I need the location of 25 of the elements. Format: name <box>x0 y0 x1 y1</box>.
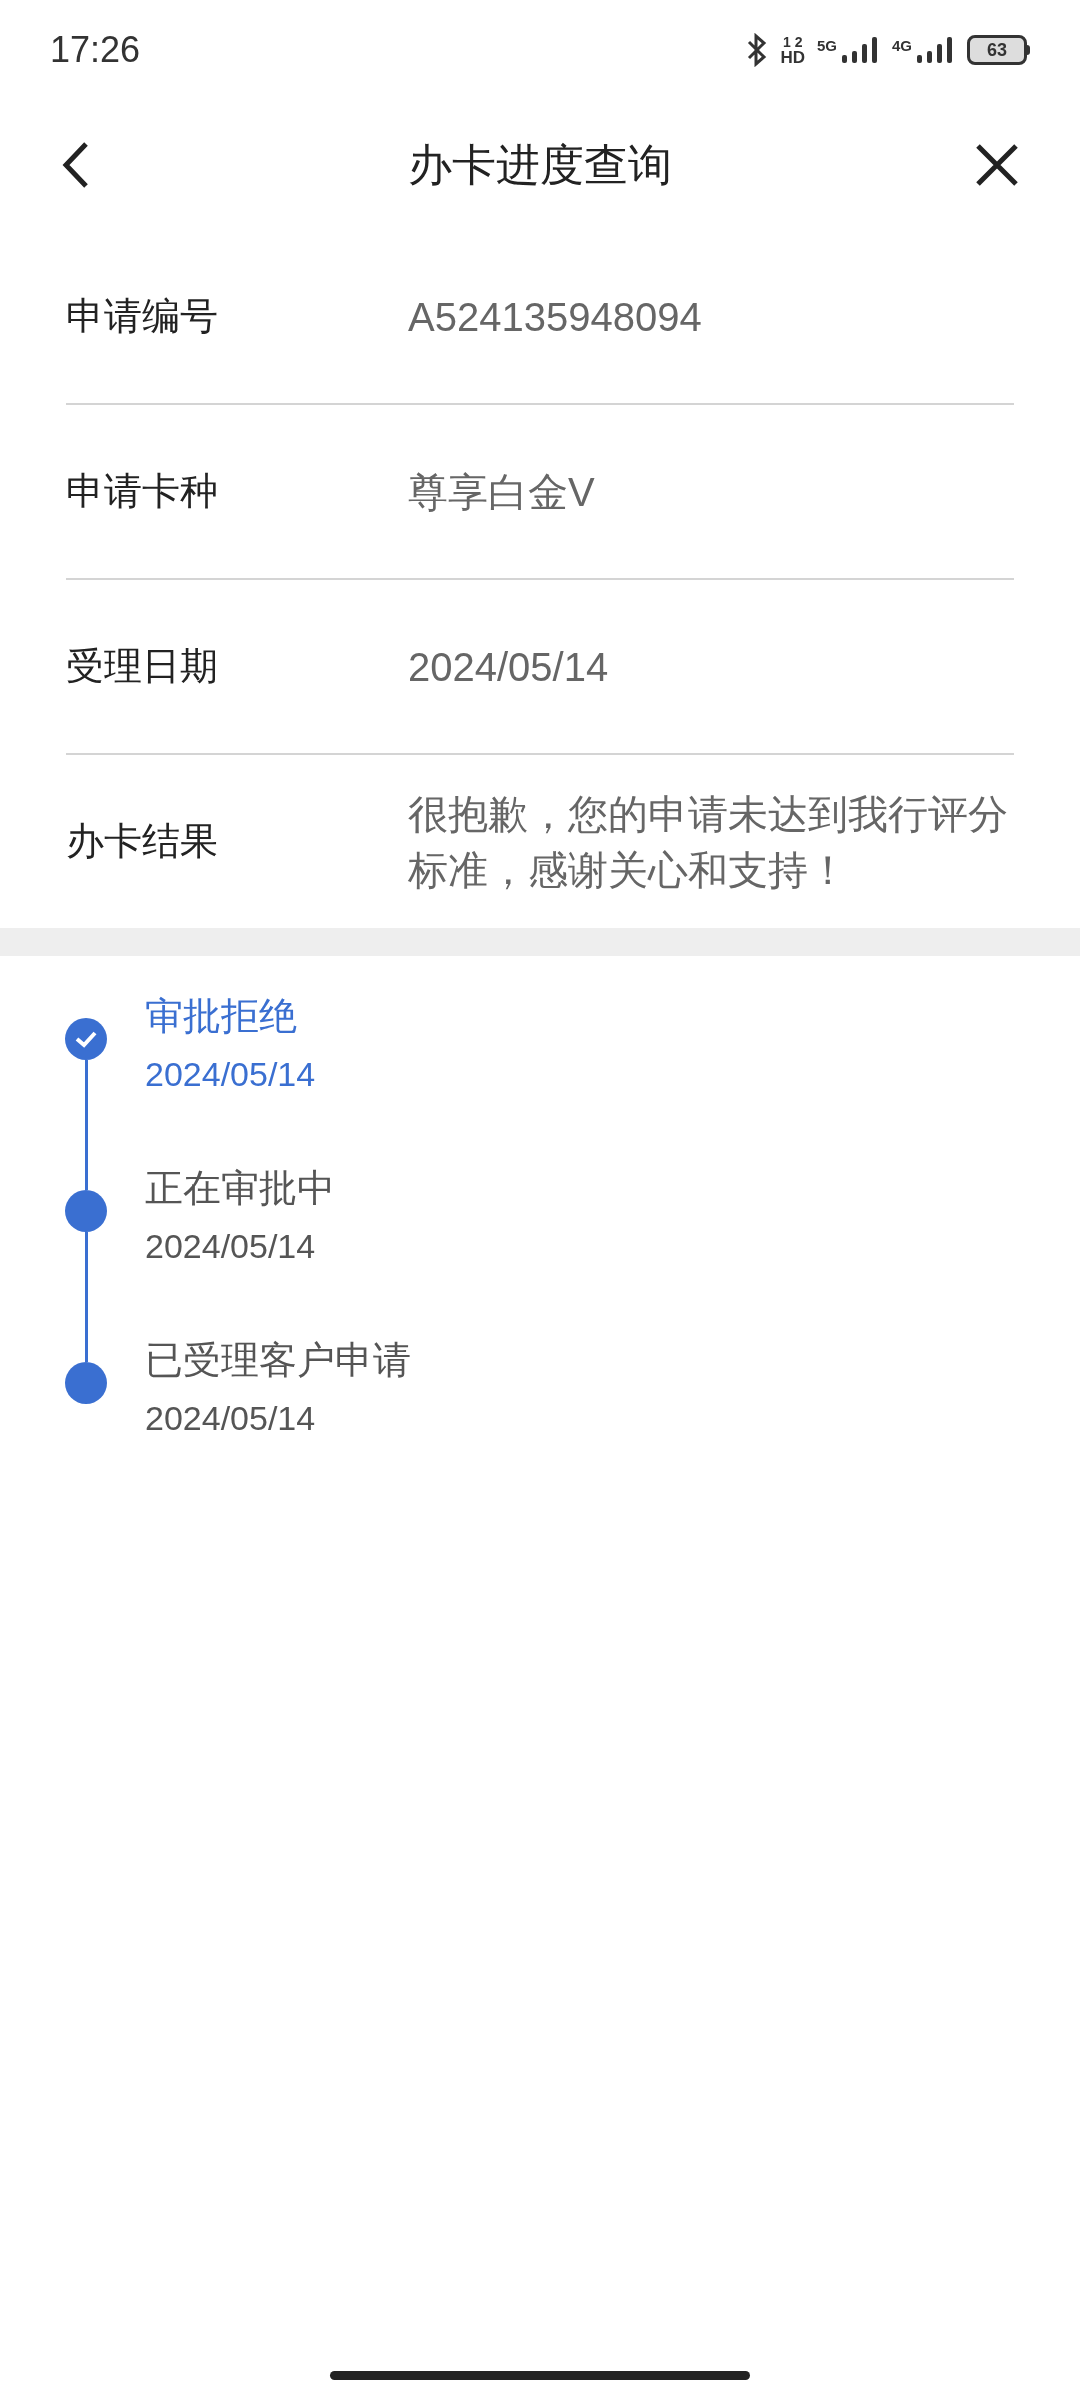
bluetooth-icon <box>746 33 769 67</box>
step-title: 正在审批中 <box>145 1166 335 1211</box>
step-date: 2024/05/14 <box>145 1226 317 1267</box>
clock-time: 17:26 <box>50 28 141 72</box>
field-value: 2024/05/14 <box>408 643 610 691</box>
step-title: 已受理客户申请 <box>145 1338 411 1383</box>
field-label: 申请卡种 <box>66 469 219 514</box>
step-title: 审批拒绝 <box>145 994 298 1039</box>
back-icon <box>60 140 90 190</box>
close-icon <box>974 142 1020 188</box>
field-label: 受理日期 <box>66 644 219 689</box>
page-title: 办卡进度查询 <box>408 139 672 191</box>
network-type: 5G <box>816 36 837 56</box>
signal-icon <box>915 35 955 65</box>
hd-indicator: 1 2 HD <box>780 34 805 66</box>
network-type: 4G <box>892 36 912 56</box>
field-label: 申请编号 <box>66 294 219 339</box>
step-date: 2024/05/14 <box>145 1054 316 1095</box>
battery-level: 63 <box>967 35 1027 65</box>
field-label: 办卡结果 <box>66 819 219 864</box>
signal-icon <box>840 35 880 65</box>
field-value: 很抱歉，您的申请未达到我行评分标准，感谢关心和支持！ <box>408 790 1009 894</box>
step-date: 2024/05/14 <box>145 1398 317 1439</box>
field-value: 尊享白金V <box>408 468 596 516</box>
field-value: A524135948094 <box>408 293 703 341</box>
